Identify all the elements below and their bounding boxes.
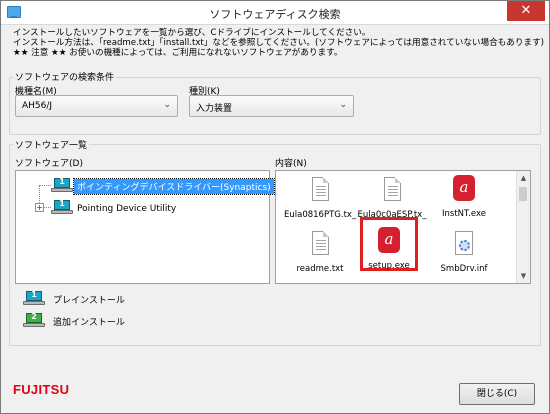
instruction-line-2: インストール方法は、「readme.txt」「install.txt」などを参照… [13, 38, 545, 48]
add-install-legend-icon: 2 [23, 312, 45, 327]
contents-list[interactable]: Eula0816PTG.tx_ Eula0c0aESP.tx_ a InstNT… [275, 170, 531, 284]
file-instnt-exe[interactable]: a InstNT.exe [428, 175, 500, 219]
tree-item-synaptics-driver[interactable]: ポインティングデバイスドライバー(Synaptics) [73, 178, 275, 195]
preinstall-laptop-icon: 1 [51, 177, 73, 192]
file-eula0816ptg[interactable]: Eula0816PTG.tx_ [284, 177, 356, 220]
software-tree-label: ソフトウェア(D) [15, 159, 83, 169]
text-file-icon [309, 231, 331, 259]
file-setup-exe[interactable]: a setup.exe [353, 227, 425, 271]
software-disc-search-window: ソフトウェアディスク検索 ✕ インストールしたいソフトウェアを一覧から選び、Cド… [0, 0, 550, 414]
instructions: インストールしたいソフトウェアを一覧から選び、Cドライブにインストールしてくださ… [13, 28, 545, 58]
type-select-value: 入力装置 [196, 104, 233, 114]
window-close-button[interactable]: ✕ [507, 1, 545, 21]
instruction-line-1: インストールしたいソフトウェアを一覧から選び、Cドライブにインストールしてくださ… [13, 28, 371, 38]
software-list-title: ソフトウェア一覧 [13, 138, 90, 151]
file-name: SmbDrv.inf [440, 264, 488, 274]
text-file-icon [381, 177, 403, 205]
preinstall-legend-icon: 1 [23, 290, 45, 305]
search-conditions-title: ソフトウェアの検索条件 [13, 70, 117, 83]
file-readme-txt[interactable]: readme.txt [284, 231, 356, 274]
preinstall-laptop-icon: 1 [51, 199, 73, 214]
model-select-value: AH56/J [22, 101, 53, 111]
close-button[interactable]: 閉じる(C) [459, 383, 535, 405]
fujitsu-logo: FUJITSU [13, 382, 70, 397]
installer-icon: a [378, 227, 400, 255]
add-install-legend-label: 追加インストール [53, 318, 125, 328]
scroll-up-icon[interactable]: ▲ [517, 171, 530, 185]
chevron-down-icon: ⌄ [339, 100, 347, 110]
settings-file-icon [453, 231, 475, 259]
title-bar: ソフトウェアディスク検索 ✕ [1, 1, 549, 25]
model-select[interactable]: AH56/J ⌄ [15, 95, 178, 117]
contents-label: 内容(N) [275, 159, 307, 169]
software-tree[interactable]: 1 ポインティングデバイスドライバー(Synaptics) + 1 Pointi… [15, 170, 275, 284]
scroll-thumb[interactable] [519, 187, 527, 201]
text-file-icon [309, 177, 331, 205]
chevron-down-icon: ⌄ [163, 100, 171, 110]
scroll-down-icon[interactable]: ▼ [517, 269, 530, 283]
window-title: ソフトウェアディスク検索 [209, 8, 341, 21]
instruction-line-3: ★★ 注意 ★★ お使いの機種によっては、ご利用になれないソフトウェアがあります… [13, 48, 343, 58]
tree-expand-icon[interactable]: + [35, 203, 44, 212]
tree-connector [39, 185, 51, 186]
file-name: Eula0816PTG.tx_ [284, 210, 357, 220]
contents-scrollbar[interactable]: ▲ ▼ [516, 171, 530, 283]
file-name: InstNT.exe [442, 209, 486, 219]
file-name: readme.txt [296, 264, 344, 274]
tree-item-pointing-device-utility[interactable]: Pointing Device Utility [74, 203, 179, 215]
installer-icon: a [453, 175, 475, 203]
file-name: setup.exe [368, 261, 410, 271]
file-smbdrv-inf[interactable]: SmbDrv.inf [428, 231, 500, 274]
preinstall-legend-label: プレインストール [53, 296, 125, 306]
type-select[interactable]: 入力装置 ⌄ [189, 95, 354, 117]
file-eula0c0aesp[interactable]: Eula0c0aESP.tx_ [356, 177, 428, 220]
